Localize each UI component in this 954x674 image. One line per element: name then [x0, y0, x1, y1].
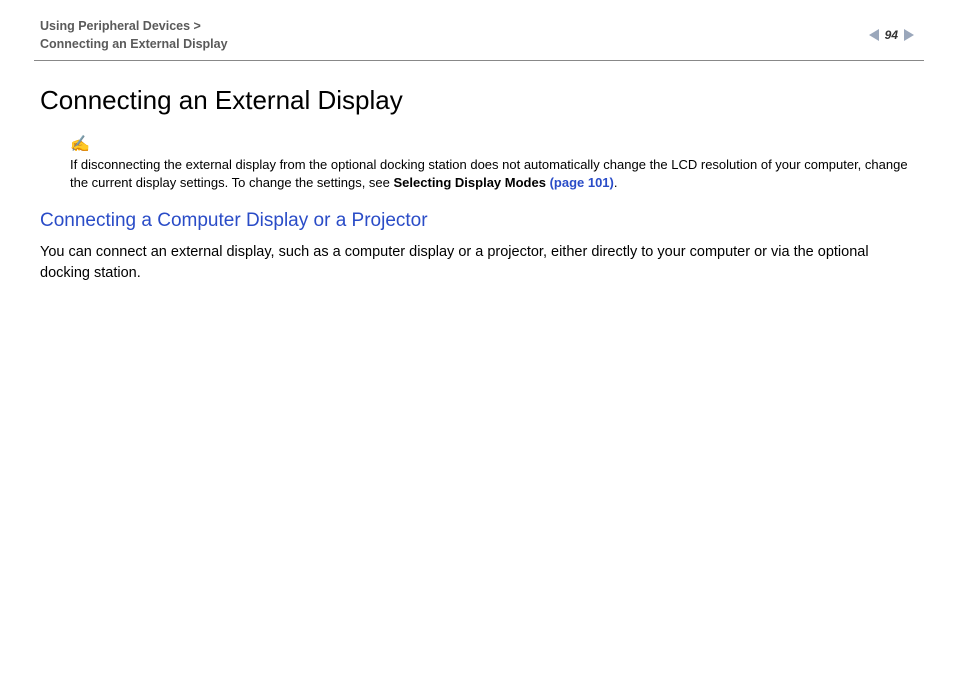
note-text: If disconnecting the external display fr…	[70, 156, 914, 192]
note-icon: ✍	[70, 134, 90, 154]
next-page-icon[interactable]	[904, 29, 914, 41]
note-text-part2: .	[614, 175, 618, 190]
breadcrumb-current: Connecting an External Display	[40, 36, 914, 54]
page-header: Using Peripheral Devices > Connecting an…	[0, 0, 954, 60]
body-paragraph: You can connect an external display, suc…	[40, 242, 914, 283]
section-heading: Connecting a Computer Display or a Proje…	[40, 210, 914, 232]
note-bold: Selecting Display Modes	[394, 175, 550, 190]
breadcrumb: Using Peripheral Devices > Connecting an…	[40, 18, 914, 53]
page-content: Connecting an External Display ✍ If disc…	[0, 61, 954, 283]
note-link[interactable]: (page 101)	[550, 175, 614, 190]
page-title: Connecting an External Display	[40, 85, 914, 116]
note-block: ✍ If disconnecting the external display …	[40, 134, 914, 192]
page-nav: 94	[869, 28, 914, 42]
breadcrumb-parent[interactable]: Using Peripheral Devices >	[40, 18, 914, 36]
prev-page-icon[interactable]	[869, 29, 879, 41]
page-number: 94	[883, 28, 900, 42]
